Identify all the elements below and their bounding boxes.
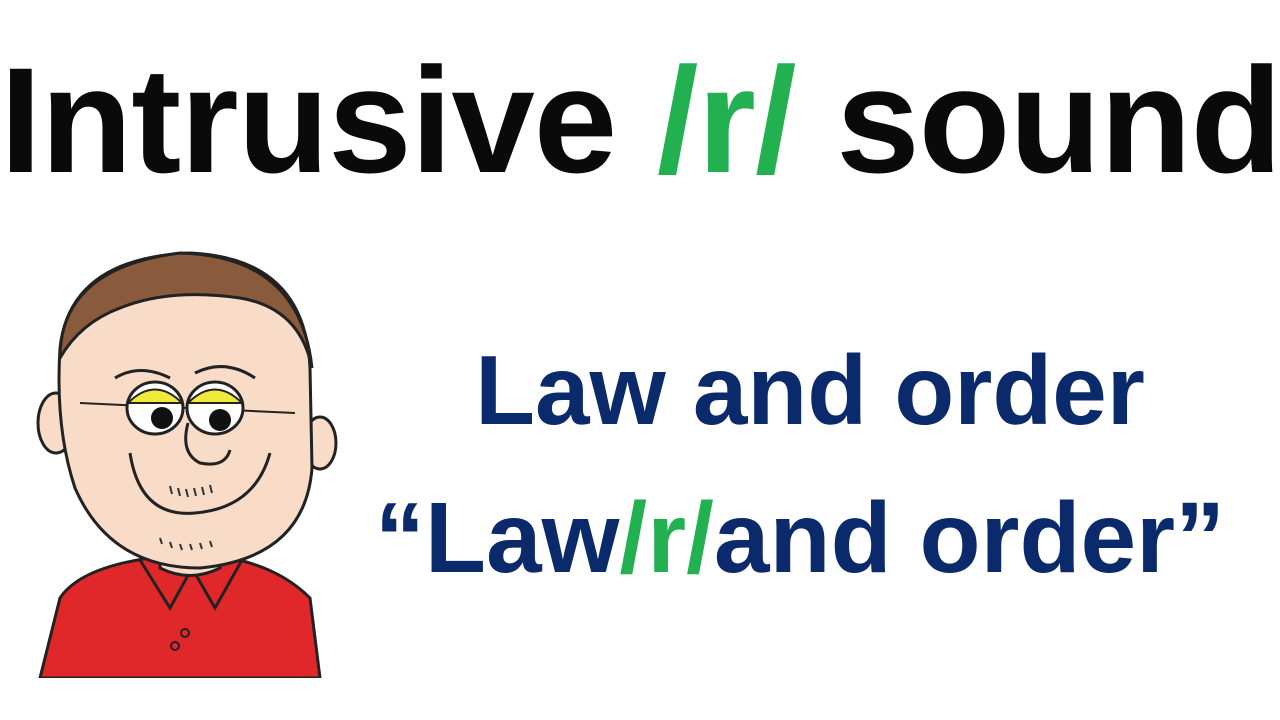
title-prefix: Intrusive — [0, 36, 657, 204]
phrase-part-2: and order — [713, 482, 1176, 594]
cartoon-teacher-icon — [36, 251, 338, 678]
title-highlight: /r/ — [656, 36, 797, 204]
title-suffix: sound — [795, 36, 1280, 204]
right-pupil — [209, 409, 231, 431]
left-pupil — [151, 407, 173, 429]
phrase-line-1: Law and order — [475, 335, 1145, 445]
phrase-part-1: Law — [424, 482, 620, 594]
close-quote: ” — [1175, 482, 1226, 594]
phrase-line-2: “Law/r/and order” — [320, 478, 1280, 598]
page-title: Intrusive /r/ sound — [0, 30, 1280, 210]
phrase-highlight: /r/ — [619, 482, 714, 594]
open-quote: “ — [374, 482, 425, 594]
